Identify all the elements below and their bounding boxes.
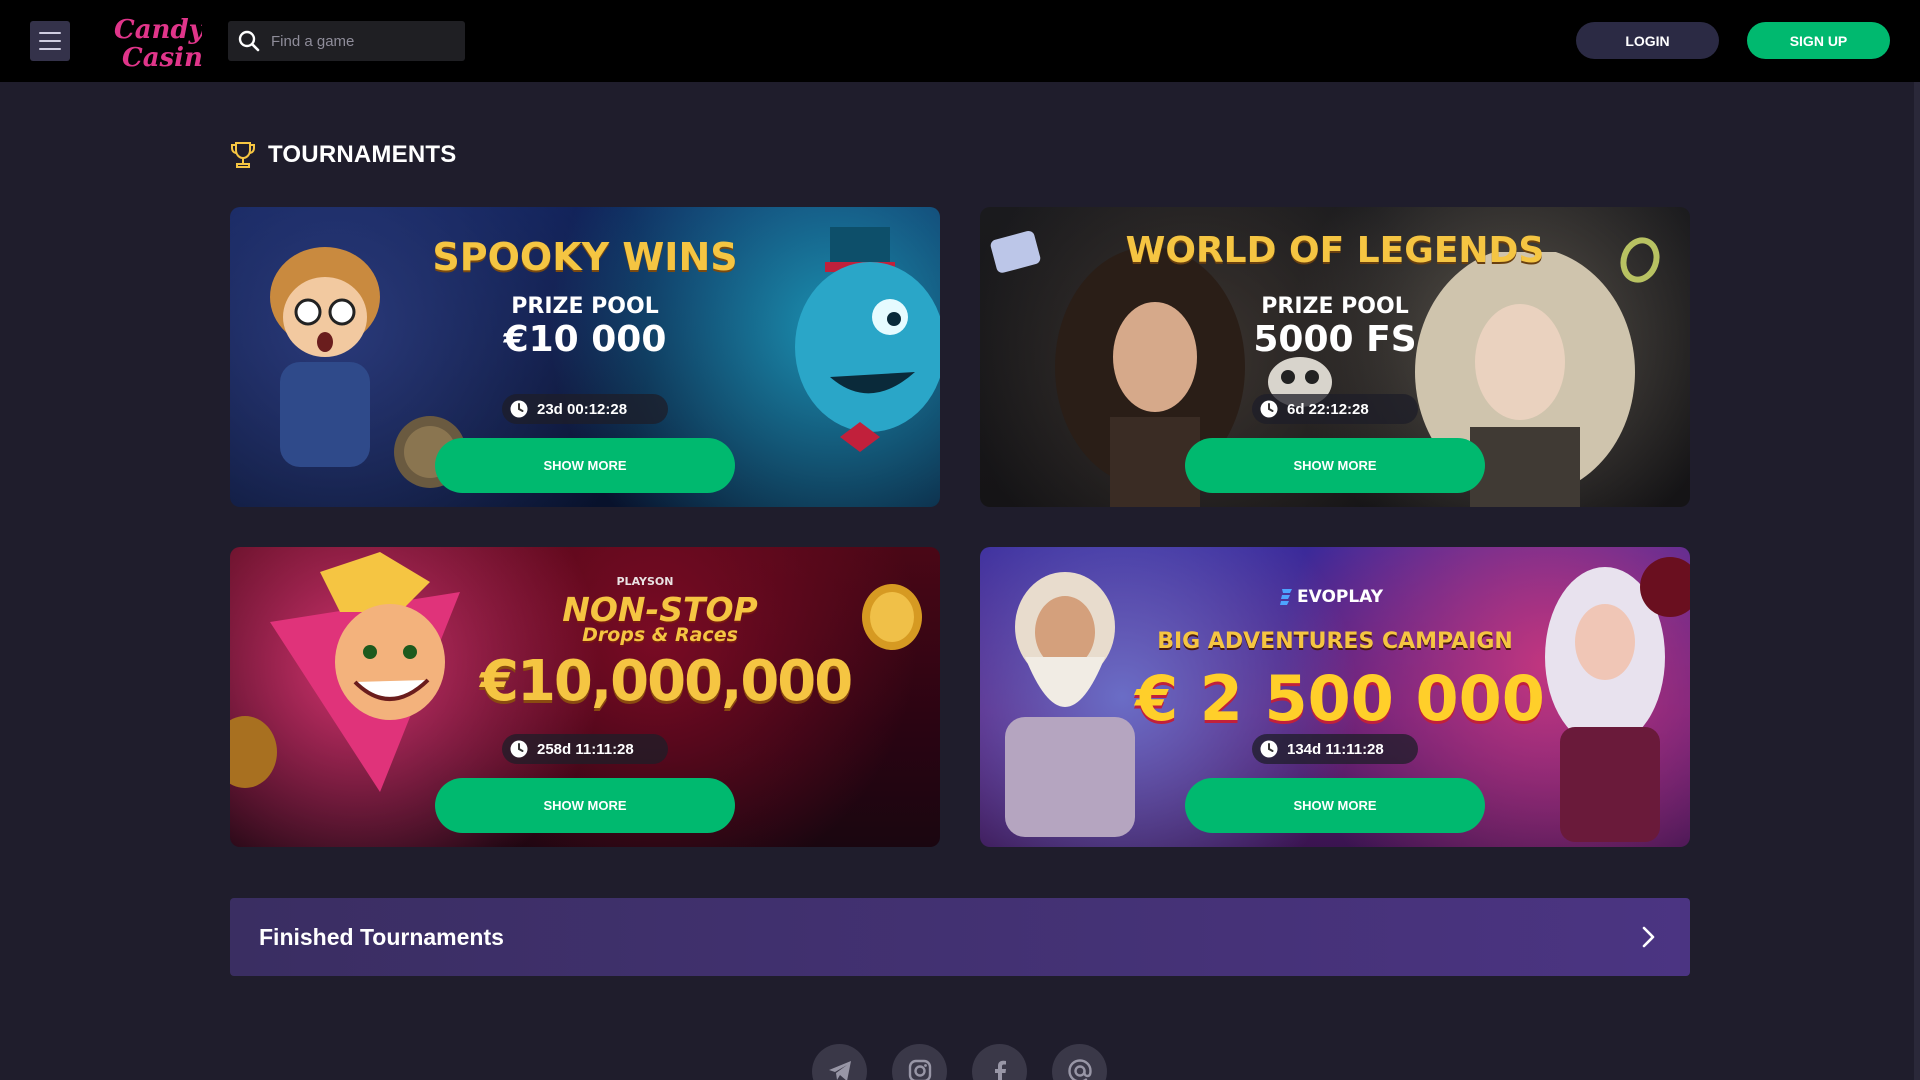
svg-text:Casino: Casino xyxy=(122,43,202,73)
signup-button[interactable]: SIGN UP xyxy=(1747,22,1890,59)
scrollbar[interactable] xyxy=(1914,82,1920,1080)
facebook-link[interactable] xyxy=(972,1044,1027,1080)
hamburger-line xyxy=(39,32,61,34)
show-more-button[interactable]: SHOW MORE xyxy=(435,438,735,493)
finished-tournaments-label: Finished Tournaments xyxy=(259,923,504,950)
prize-amount: 5000 FS xyxy=(1253,319,1417,360)
timer-text: 258d 11:11:28 xyxy=(537,740,634,758)
tournament-title: WORLD OF LEGENDS xyxy=(1125,230,1545,271)
login-button[interactable]: LOGIN xyxy=(1576,22,1719,59)
gold-coin-icon xyxy=(862,584,922,650)
instagram-link[interactable] xyxy=(892,1044,947,1080)
search-icon xyxy=(238,30,260,52)
social-links xyxy=(812,1044,1107,1080)
tournament-subtitle: Drops & Races xyxy=(582,624,738,646)
tournament-card-spooky-wins[interactable]: SPOOKY WINS PRIZE POOL €10 000 23d 00:12… xyxy=(230,207,940,507)
facebook-icon xyxy=(994,1060,1006,1080)
page-title: TOURNAMENTS xyxy=(268,141,457,168)
clock-icon xyxy=(510,740,528,758)
email-icon xyxy=(1067,1059,1092,1080)
countdown-timer: 23d 00:12:28 xyxy=(502,394,668,424)
show-more-button[interactable]: SHOW MORE xyxy=(1185,438,1485,493)
hamburger-line xyxy=(39,48,61,50)
svg-text:Candy: Candy xyxy=(114,15,202,45)
clock-icon xyxy=(510,400,528,418)
timer-text: 134d 11:11:28 xyxy=(1287,740,1384,758)
prize-amount: €10 000 xyxy=(503,319,667,360)
provider-name: EVOPLAY xyxy=(1296,587,1384,607)
prize-pool-label: PRIZE POOL xyxy=(1261,294,1409,319)
prize-pool-label: PRIZE POOL xyxy=(511,294,659,319)
section-heading: TOURNAMENTS xyxy=(230,140,456,170)
clock-icon xyxy=(1260,400,1278,418)
prize-amount: € 2 500 000 xyxy=(1135,662,1545,735)
hamburger-line xyxy=(39,40,61,42)
instagram-icon xyxy=(908,1059,931,1080)
tournament-card-non-stop[interactable]: PLAYSON NON-STOP Drops & Races €10,000,0… xyxy=(230,547,940,847)
header: Candy Casino LOGIN SIGN UP xyxy=(0,0,1920,82)
menu-button[interactable] xyxy=(30,21,70,61)
show-more-button[interactable]: SHOW MORE xyxy=(1185,778,1485,833)
timer-text: 23d 00:12:28 xyxy=(537,400,628,418)
search-input[interactable] xyxy=(271,32,461,50)
countdown-timer: 6d 22:12:28 xyxy=(1252,394,1418,424)
trophy-icon xyxy=(231,142,255,168)
show-more-button[interactable]: SHOW MORE xyxy=(435,778,735,833)
telegram-link[interactable] xyxy=(812,1044,867,1080)
tournament-card-big-adventures[interactable]: EVOPLAY BIG ADVENTURES CAMPAIGN € 2 500 … xyxy=(980,547,1690,847)
chevron-right-icon xyxy=(1642,926,1655,948)
search-box[interactable] xyxy=(228,21,465,61)
clock-icon xyxy=(1260,740,1278,758)
finished-tournaments-row[interactable]: Finished Tournaments xyxy=(230,898,1690,976)
tournament-card-world-of-legends[interactable]: WORLD OF LEGENDS PRIZE POOL 5000 FS 6d 2… xyxy=(980,207,1690,507)
site-logo[interactable]: Candy Casino xyxy=(108,8,220,74)
tournament-title: BIG ADVENTURES CAMPAIGN xyxy=(1157,629,1513,654)
gold-coin-icon xyxy=(230,716,277,788)
tournament-title: SPOOKY WINS xyxy=(432,235,738,279)
candy-casino-logo-icon: Candy Casino xyxy=(114,15,220,73)
countdown-timer: 134d 11:11:28 xyxy=(1252,734,1418,764)
prize-amount: €10,000,000 xyxy=(480,649,853,714)
telegram-icon xyxy=(828,1061,851,1080)
timer-text: 6d 22:12:28 xyxy=(1287,400,1369,418)
provider-name: PLAYSON xyxy=(616,575,674,588)
email-link[interactable] xyxy=(1052,1044,1107,1080)
countdown-timer: 258d 11:11:28 xyxy=(502,734,668,764)
